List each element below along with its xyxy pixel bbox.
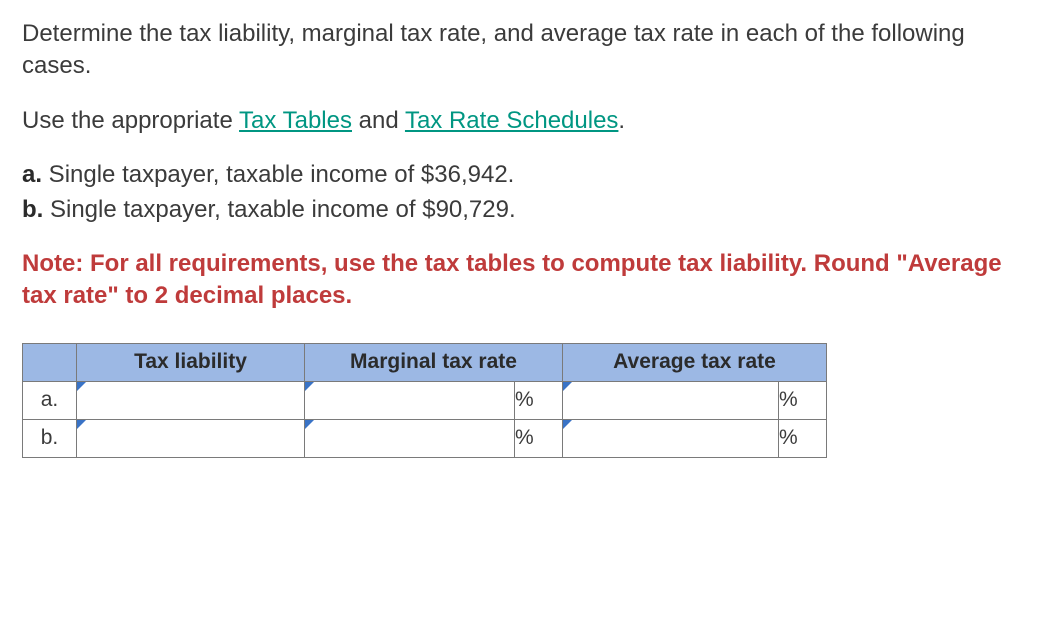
instruction-mid: and — [352, 107, 405, 134]
row-b-marginal-input[interactable] — [305, 420, 514, 457]
header-corner — [23, 343, 77, 381]
table-row-a: a. % % — [23, 381, 827, 419]
table-header-row: Tax liability Marginal tax rate Average … — [23, 343, 827, 381]
input-flag-icon — [563, 382, 572, 391]
input-flag-icon — [77, 420, 86, 429]
answer-table: Tax liability Marginal tax rate Average … — [22, 343, 827, 458]
row-a-average-cell[interactable] — [563, 381, 779, 419]
header-average-rate: Average tax rate — [563, 343, 827, 381]
row-b-liability-cell[interactable] — [77, 419, 305, 457]
row-a-liability-cell[interactable] — [77, 381, 305, 419]
input-flag-icon — [305, 382, 314, 391]
tax-tables-link[interactable]: Tax Tables — [239, 107, 352, 134]
row-a-average-input[interactable] — [563, 382, 778, 419]
scenario-a-label: a. — [22, 161, 42, 188]
table-row-b: b. % % — [23, 419, 827, 457]
row-b-liability-input[interactable] — [77, 420, 304, 457]
row-a-marginal-cell[interactable] — [305, 381, 515, 419]
row-a-average-unit: % — [779, 381, 827, 419]
row-a-label: a. — [23, 381, 77, 419]
row-a-marginal-unit: % — [515, 381, 563, 419]
scenario-list: a. Single taxpayer, taxable income of $3… — [22, 159, 1016, 226]
scenario-a: a. Single taxpayer, taxable income of $3… — [22, 159, 1016, 191]
row-a-marginal-input[interactable] — [305, 382, 514, 419]
question-intro: Determine the tax liability, marginal ta… — [22, 18, 1016, 83]
input-flag-icon — [563, 420, 572, 429]
row-b-average-input[interactable] — [563, 420, 778, 457]
instruction-prefix: Use the appropriate — [22, 107, 239, 134]
tax-rate-schedules-link[interactable]: Tax Rate Schedules — [405, 107, 618, 134]
scenario-b: b. Single taxpayer, taxable income of $9… — [22, 194, 1016, 226]
scenario-b-text: Single taxpayer, taxable income of $90,7… — [43, 196, 515, 223]
instruction-suffix: . — [618, 107, 625, 134]
row-b-marginal-unit: % — [515, 419, 563, 457]
note-text: Note: For all requirements, use the tax … — [22, 248, 1016, 313]
input-flag-icon — [305, 420, 314, 429]
row-b-marginal-cell[interactable] — [305, 419, 515, 457]
scenario-b-label: b. — [22, 196, 43, 223]
input-flag-icon — [77, 382, 86, 391]
row-a-liability-input[interactable] — [77, 382, 304, 419]
header-tax-liability: Tax liability — [77, 343, 305, 381]
row-b-label: b. — [23, 419, 77, 457]
header-marginal-rate: Marginal tax rate — [305, 343, 563, 381]
instruction-line: Use the appropriate Tax Tables and Tax R… — [22, 105, 1016, 137]
scenario-a-text: Single taxpayer, taxable income of $36,9… — [42, 161, 514, 188]
row-b-average-unit: % — [779, 419, 827, 457]
row-b-average-cell[interactable] — [563, 419, 779, 457]
